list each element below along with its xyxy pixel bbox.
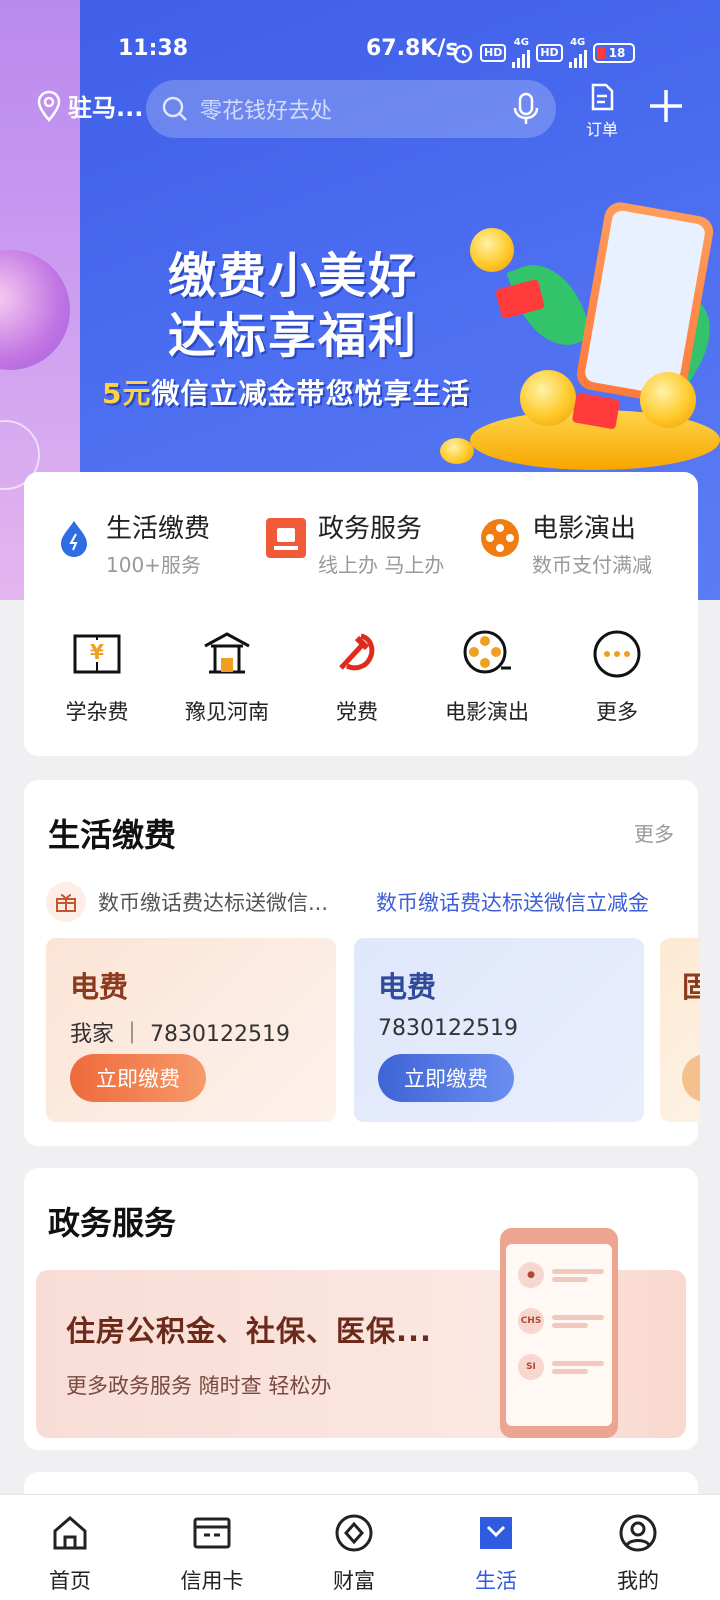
search-icon [162,96,187,121]
section-title: 政务服务 [48,1204,177,1242]
nav-credit-card[interactable]: 信用卡 [162,1513,262,1595]
tuition-book-icon: ¥ [73,634,121,674]
water-drop-icon [61,521,87,557]
add-icon[interactable] [646,86,686,126]
bill-card[interactable]: 电费 7830122519 立即缴费 [354,938,644,1122]
top-bar: 驻马... 零花钱好去处 订单 [0,78,720,140]
status-bar: 11:38 67.8K/s HD 4G HD 4G 18 [0,32,720,68]
orders-button[interactable]: 订单 [582,82,622,140]
service-gov[interactable]: 政务服务 线上办 马上办 [266,508,444,578]
hd-icon: HD [536,44,563,62]
pay-now-button[interactable]: 立即缴费 [70,1054,206,1102]
coin-stack [640,372,696,428]
phone-illustration: ● CHS SI [500,1228,618,1438]
gift-icon [46,882,86,922]
service-movie[interactable]: 电影演出 数币支付满减 [480,508,652,578]
microphone-icon[interactable] [512,92,540,126]
quick-services-card: 生活缴费 100+服务 政务服务 线上办 马上办 电影演出 数币支付满减 ¥ 学杂费 … [24,472,698,756]
nav-life[interactable]: 生活 [446,1513,546,1595]
alarm-icon [453,44,473,64]
profile-icon [619,1514,657,1552]
life-icon [480,1517,512,1549]
grid-item-henan[interactable]: 豫见河南 [162,628,292,726]
nav-wealth[interactable]: 财富 [304,1513,404,1595]
gov-headline: 住房公积金、社保、医保... [66,1314,433,1348]
more-link[interactable]: 更多 [634,818,674,847]
film-reel-icon [481,519,519,557]
section-title: 生活缴费 [48,816,177,854]
banner-subline: 5元微信立减金带您悦享生活 [102,377,471,410]
svg-text:¥: ¥ [90,640,104,664]
location-selector[interactable]: 驻马... [36,88,143,123]
location-pin-icon [37,90,61,122]
nav-home[interactable]: 首页 [20,1513,120,1595]
promo-text-highlight[interactable]: 数币缴话费达标送微信立减金 [376,887,649,917]
grid-item-party-fee[interactable]: 党费 [292,628,422,726]
coin-stack [520,370,576,426]
party-emblem-icon [339,633,375,671]
decorative-orb [0,250,70,370]
home-icon [53,1516,87,1550]
hd-icon: HD [480,44,507,62]
gov-services-card: 政务服务 住房公积金、社保、医保... 更多政务服务 随时查 轻松办 ● CHS… [24,1168,698,1450]
signal-2-icon: 4G [568,38,587,68]
bill-account: 我家 ｜ 7830122519 [70,1022,290,1047]
promo-row[interactable]: 数币缴话费达标送微信... 数币缴话费达标送微信立减金 [46,880,676,924]
bottom-navigation: 首页 信用卡 财富 生活 我的 [0,1494,720,1600]
order-doc-icon [591,83,614,111]
user-avatar-icon: ● [518,1262,544,1288]
location-label: 驻马... [68,94,144,122]
gov-subtitle: 更多政务服务 随时查 轻松办 [66,1374,332,1398]
promo-text: 数币缴话费达标送微信... [98,891,329,915]
bill-card-partial[interactable]: 固 [660,938,700,1122]
credit-card-icon [193,1517,231,1549]
wealth-icon [335,1514,373,1552]
coin-decoration [470,228,514,272]
search-placeholder: 零花钱好去处 [200,99,333,124]
coin-decoration [440,438,474,464]
search-bar[interactable]: 零花钱好去处 [146,80,556,138]
service-life-payment[interactable]: 生活缴费 100+服务 [54,508,210,578]
network-speed: 67.8K/s [366,36,459,61]
clock: 11:38 [118,36,189,61]
banner-headline: 缴费小美好 达标享福利 [168,248,419,364]
grid-item-more[interactable]: 更多 [552,628,682,726]
grid-item-movie[interactable]: 电影演出 [422,628,552,726]
orders-label: 订单 [585,120,618,139]
pay-now-button[interactable]: 立即缴费 [378,1054,514,1102]
bill-type: 电费 [378,970,437,1004]
life-payments-card: 生活缴费 更多 数币缴话费达标送微信... 数币缴话费达标送微信立减金 电费 我… [24,780,700,1146]
chs-tag: CHS [518,1308,544,1334]
bill-type: 电费 [70,970,129,1004]
pavilion-icon [204,632,250,674]
film-reel-icon [463,630,511,674]
battery-icon: 18 [592,43,635,63]
signal-1-icon: 4G [512,38,531,68]
nav-profile[interactable]: 我的 [588,1513,688,1595]
gov-badge-icon [266,518,306,558]
bill-account: 7830122519 [378,1016,518,1041]
bill-type: 固 [682,970,700,1004]
grid-item-tuition[interactable]: ¥ 学杂费 [32,628,162,726]
bill-card[interactable]: 电费 我家 ｜ 7830122519 立即缴费 [46,938,336,1122]
pay-now-button[interactable] [682,1054,700,1102]
si-tag: SI [518,1354,544,1380]
more-dots-icon [593,630,641,678]
